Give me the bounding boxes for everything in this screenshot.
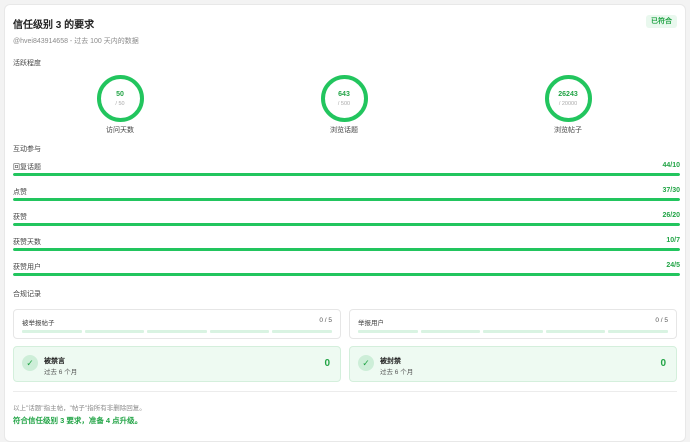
track-segment [545,330,606,333]
track-segment [209,330,270,333]
progress-fill [13,173,680,176]
flagged-posts-value: 0 / 5 [319,317,332,324]
stat-value: 26243 [558,91,578,98]
progress-fill [13,198,680,201]
progress-label: 点赞 [13,189,27,196]
stat-value: 50 [116,91,124,98]
silenced-subtitle: 过去 6 个月 [44,369,78,376]
track-segment [147,330,207,333]
progress-track [13,273,680,276]
track-segment [483,330,543,333]
progress-value: 24/5 [666,262,680,269]
topics-viewed-stat: 643 / 500 浏览话题 [314,75,374,135]
progress-fill [13,223,680,226]
engagement-section-label: 互动参与 [13,146,41,153]
stat-value: 643 [338,91,350,98]
posts-read-stat: 26243 / 20000 浏览帖子 [538,75,598,135]
track-segment [608,330,668,333]
silenced-box: ✓ 被禁言 过去 6 个月 0 [13,346,341,382]
flagged-posts-label: 被举报帖子 [22,320,55,327]
trust-level-card: 信任级别 3 的要求 已符合 @hvei843914658 - 过去 100 天… [4,4,686,442]
divider [13,391,677,392]
progress-label: 获赞用户 [13,264,41,271]
visit-days-stat: 50 / 50 访问天数 [90,75,150,135]
track-segment [84,330,145,333]
progress-ring: 50 / 50 [96,75,144,122]
segmented-track [22,330,332,333]
progress-fill [13,248,680,251]
stat-required: / 50 [115,101,125,107]
footnote: 以上"话题"指主帖，"帖子"指所有非删除回复。 [13,405,146,412]
progress-track [13,198,680,201]
progress-label: 回复话题 [13,164,41,171]
track-segment [272,330,332,333]
activity-section-label: 活跃程度 [13,60,41,67]
progress-label: 获赞 [13,214,27,221]
suspended-subtitle: 过去 6 个月 [380,369,414,376]
silenced-title: 被禁言 [44,358,65,365]
progress-track [13,173,680,176]
status-badge: 已符合 [646,15,677,28]
flagged-users-box: 举报用户 0 / 5 [349,309,677,339]
segmented-track [358,330,668,333]
track-segment [420,330,481,333]
stat-required: / 20000 [558,101,578,107]
subtitle: @hvei843914658 - 过去 100 天内的数据 [13,38,139,45]
progress-value: 37/30 [662,187,680,194]
progress-ring: 26243 / 20000 [544,75,592,122]
progress-track [13,248,680,251]
suspended-title: 被封禁 [380,358,401,365]
check-icon: ✓ [22,355,38,371]
suspended-value: 0 [660,358,666,369]
footer-status: 符合信任级别 3 要求，准备 4 点升级。 [13,416,143,425]
stat-required: / 500 [337,101,351,107]
track-segment [358,330,418,333]
progress-fill [13,273,680,276]
suspended-box: ✓ 被封禁 过去 6 个月 0 [349,346,677,382]
stat-label: 访问天数 [106,127,134,134]
progress-ring: 643 / 500 [320,75,368,122]
page-title: 信任级别 3 的要求 [13,20,95,31]
stat-label: 浏览话题 [330,127,358,134]
track-segment [22,330,82,333]
stat-label: 浏览帖子 [554,127,582,134]
check-icon: ✓ [358,355,374,371]
progress-label: 获赞天数 [13,239,41,246]
progress-value: 44/10 [662,162,680,169]
flagged-posts-box: 被举报帖子 0 / 5 [13,309,341,339]
flagged-users-value: 0 / 5 [655,317,668,324]
progress-value: 26/20 [662,212,680,219]
progress-value: 10/7 [666,237,680,244]
silenced-value: 0 [324,358,330,369]
flagged-users-label: 举报用户 [358,320,384,327]
compliance-section-label: 合规记录 [13,291,41,298]
progress-track [13,223,680,226]
